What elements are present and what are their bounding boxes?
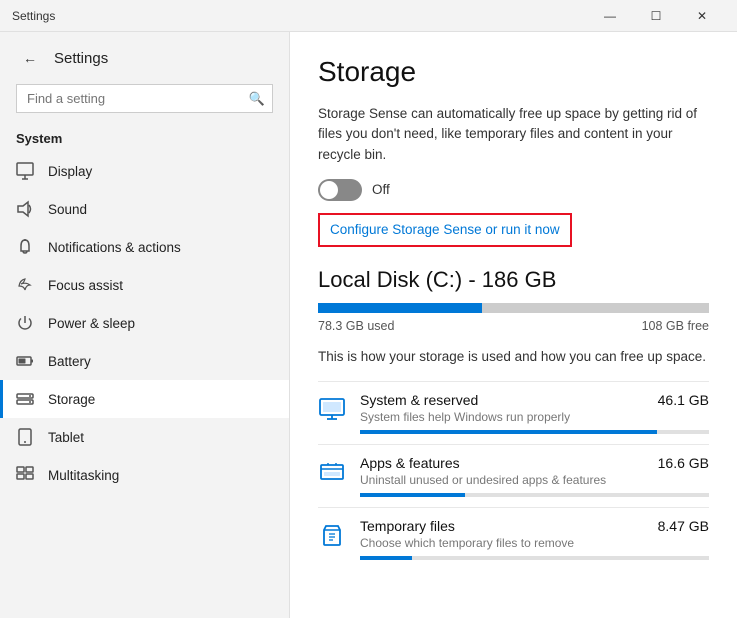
battery-icon — [16, 352, 34, 370]
configure-link[interactable]: Configure Storage Sense or run it now — [330, 222, 560, 237]
search-container: 🔍 — [16, 84, 273, 113]
titlebar-left: Settings — [12, 9, 55, 23]
apps-desc: Uninstall unused or undesired apps & fea… — [360, 473, 709, 487]
apps-top: Apps & features 16.6 GB — [360, 455, 709, 471]
temp-size: 8.47 GB — [658, 518, 709, 534]
sidebar-item-label: Sound — [48, 202, 87, 217]
disk-info-row: 78.3 GB used 108 GB free — [318, 319, 709, 333]
minimize-button[interactable]: — — [587, 0, 633, 32]
temp-info: Temporary files 8.47 GB Choose which tem… — [360, 518, 709, 560]
system-name: System & reserved — [360, 392, 478, 408]
storage-sense-description: Storage Sense can automatically free up … — [318, 104, 709, 165]
section-label: System — [0, 125, 289, 152]
sidebar-item-label: Battery — [48, 354, 91, 369]
apps-name: Apps & features — [360, 455, 460, 471]
system-bar-fill — [360, 430, 657, 434]
back-button[interactable]: ← — [16, 44, 44, 72]
disk-free-label: 108 GB free — [642, 319, 709, 333]
disk-bar-used — [318, 303, 482, 313]
sidebar: ← Settings 🔍 System Display — [0, 32, 290, 618]
sidebar-item-multitasking[interactable]: Multitasking — [0, 456, 289, 494]
temp-bar — [360, 556, 709, 560]
focus-icon — [16, 276, 34, 294]
titlebar-controls: — ☐ ✕ — [587, 0, 725, 32]
apps-size: 16.6 GB — [658, 455, 709, 471]
system-top: System & reserved 46.1 GB — [360, 392, 709, 408]
temp-name: Temporary files — [360, 518, 455, 534]
temp-bar-fill — [360, 556, 412, 560]
sidebar-item-label: Multitasking — [48, 468, 119, 483]
page-title: Storage — [318, 56, 709, 88]
sidebar-item-display[interactable]: Display — [0, 152, 289, 190]
apps-bar-fill — [360, 493, 465, 497]
content-area: Storage Storage Sense can automatically … — [290, 32, 737, 618]
storage-item-apps[interactable]: Apps & features 16.6 GB Uninstall unused… — [318, 444, 709, 507]
how-used-text: This is how your storage is used and how… — [318, 347, 709, 367]
system-desc: System files help Windows run properly — [360, 410, 709, 424]
sidebar-item-storage[interactable]: Storage — [0, 380, 289, 418]
sidebar-item-label: Storage — [48, 392, 95, 407]
sidebar-app-title: Settings — [54, 50, 108, 67]
toggle-row: Off — [318, 179, 709, 201]
sound-icon — [16, 200, 34, 218]
sidebar-item-power[interactable]: Power & sleep — [0, 304, 289, 342]
multitasking-icon — [16, 466, 34, 484]
search-icon: 🔍 — [249, 91, 265, 107]
disk-used-label: 78.3 GB used — [318, 319, 394, 333]
local-disk-title: Local Disk (C:) - 186 GB — [318, 267, 709, 293]
sidebar-item-label: Power & sleep — [48, 316, 135, 331]
power-icon — [16, 314, 34, 332]
sidebar-item-tablet[interactable]: Tablet — [0, 418, 289, 456]
system-icon — [318, 394, 346, 422]
back-icon: ← — [23, 50, 37, 66]
system-size: 46.1 GB — [658, 392, 709, 408]
main-layout: ← Settings 🔍 System Display — [0, 32, 737, 618]
storage-icon — [16, 390, 34, 408]
configure-link-box: Configure Storage Sense or run it now — [318, 213, 572, 247]
sidebar-header: ← Settings — [0, 32, 289, 80]
apps-icon — [318, 457, 346, 485]
storage-sense-toggle[interactable] — [318, 179, 362, 201]
disk-bar — [318, 303, 709, 313]
toggle-label: Off — [372, 182, 390, 197]
sidebar-item-focus[interactable]: Focus assist — [0, 266, 289, 304]
maximize-button[interactable]: ☐ — [633, 0, 679, 32]
sidebar-item-sound[interactable]: Sound — [0, 190, 289, 228]
sidebar-item-label: Notifications & actions — [48, 240, 181, 255]
storage-item-temp[interactable]: Temporary files 8.47 GB Choose which tem… — [318, 507, 709, 570]
sidebar-item-label: Tablet — [48, 430, 84, 445]
temp-top: Temporary files 8.47 GB — [360, 518, 709, 534]
notifications-icon — [16, 238, 34, 256]
display-icon — [16, 162, 34, 180]
sidebar-item-label: Focus assist — [48, 278, 123, 293]
storage-item-system[interactable]: System & reserved 46.1 GB System files h… — [318, 381, 709, 444]
titlebar: Settings — ☐ ✕ — [0, 0, 737, 32]
system-info: System & reserved 46.1 GB System files h… — [360, 392, 709, 434]
temp-icon — [318, 520, 346, 548]
sidebar-item-notifications[interactable]: Notifications & actions — [0, 228, 289, 266]
sidebar-item-battery[interactable]: Battery — [0, 342, 289, 380]
close-button[interactable]: ✕ — [679, 0, 725, 32]
apps-bar — [360, 493, 709, 497]
tablet-icon — [16, 428, 34, 446]
toggle-knob — [320, 181, 338, 199]
titlebar-title: Settings — [12, 9, 55, 23]
sidebar-item-label: Display — [48, 164, 92, 179]
search-input[interactable] — [16, 84, 273, 113]
apps-info: Apps & features 16.6 GB Uninstall unused… — [360, 455, 709, 497]
temp-desc: Choose which temporary files to remove — [360, 536, 709, 550]
system-bar — [360, 430, 709, 434]
